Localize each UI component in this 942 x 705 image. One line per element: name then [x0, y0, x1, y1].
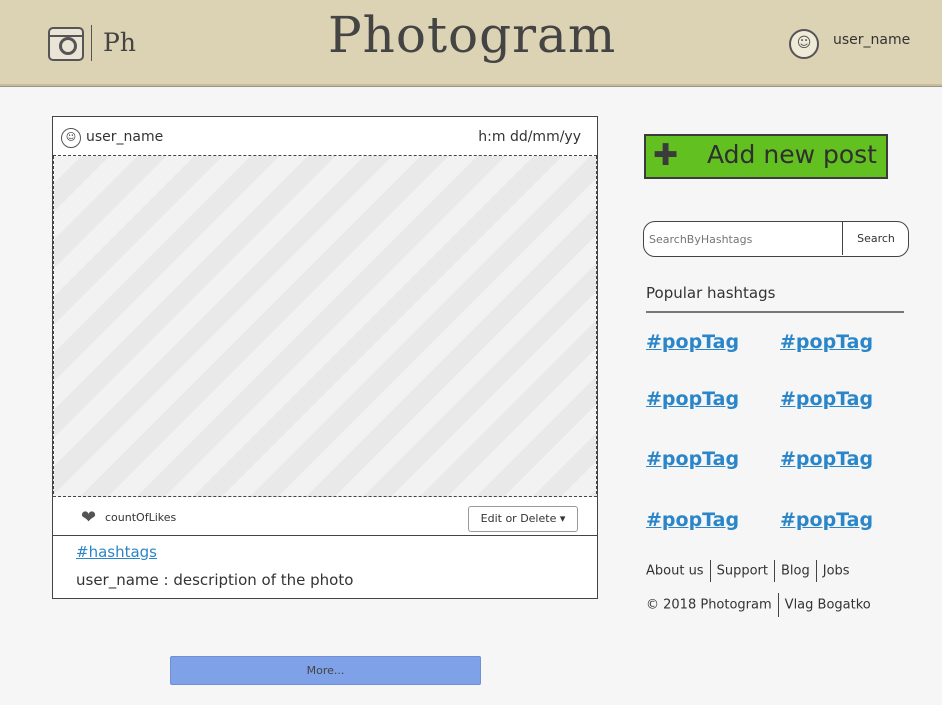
camera-icon[interactable]	[48, 27, 84, 61]
post-author-avatar-icon[interactable]: ☺	[61, 128, 81, 148]
post-description: user_name : description of the photo	[76, 571, 354, 589]
more-button[interactable]: More...	[170, 656, 481, 685]
logo-short[interactable]: Ph	[103, 28, 136, 57]
support-link[interactable]: Support	[717, 564, 768, 579]
post-author-name[interactable]: user_name	[86, 129, 163, 145]
footer-divider	[773, 560, 775, 582]
post-card: ☺ user_name h:m dd/mm/yy ❤ countOfLikes …	[52, 116, 598, 599]
popular-hashtags-title: Popular hashtags	[646, 284, 776, 302]
footer-links: About us Support Blog Jobs	[646, 560, 850, 582]
footer-divider	[815, 560, 817, 582]
post-actions-row: ❤ countOfLikes Edit or Delete ▾	[53, 497, 597, 536]
post-hashtags-link[interactable]: #hashtags	[76, 543, 157, 561]
popular-tag-link[interactable]: #popTag	[646, 331, 739, 353]
search-button[interactable]: Search	[842, 222, 909, 255]
brand-title[interactable]: Photogram	[328, 6, 616, 64]
edit-or-delete-dropdown[interactable]: Edit or Delete ▾	[468, 506, 578, 532]
popular-tag-link[interactable]: #popTag	[780, 331, 873, 353]
heart-icon[interactable]: ❤	[81, 509, 96, 527]
post-header: ☺ user_name h:m dd/mm/yy	[53, 117, 597, 156]
popular-tag-link[interactable]: #popTag	[646, 448, 739, 470]
post-photo[interactable]	[53, 156, 597, 497]
header-divider	[91, 25, 92, 61]
popular-tag-link[interactable]: #popTag	[780, 388, 873, 410]
site-author: Vlag Bogatko	[784, 597, 871, 613]
popular-tag-link[interactable]: #popTag	[780, 448, 873, 470]
popular-tag-link[interactable]: #popTag	[646, 509, 739, 531]
search-input[interactable]	[649, 230, 837, 248]
photo-frame	[53, 156, 597, 494]
copyright-text: © 2018 Photogram	[646, 597, 772, 613]
popular-tag-link[interactable]: #popTag	[646, 388, 739, 410]
about-us-link[interactable]: About us	[646, 564, 704, 579]
popular-hashtags-divider	[646, 311, 904, 313]
hashtag-search: Search	[643, 221, 909, 257]
post-timestamp: h:m dd/mm/yy	[478, 129, 581, 145]
add-new-post-label: Add new post	[707, 140, 877, 169]
jobs-link[interactable]: Jobs	[823, 564, 850, 579]
add-new-post-button[interactable]: ✚ Add new post	[644, 134, 888, 179]
footer-divider	[777, 593, 779, 617]
blog-link[interactable]: Blog	[781, 564, 810, 579]
app-header: Ph Photogram ☺ user_name	[0, 0, 942, 87]
popular-tag-link[interactable]: #popTag	[780, 509, 873, 531]
copyright: © 2018 Photogram Vlag Bogatko	[646, 593, 871, 617]
user-avatar-icon[interactable]: ☺	[789, 29, 819, 59]
likes-count: countOfLikes	[105, 511, 177, 524]
footer-divider	[709, 560, 711, 582]
header-user-name[interactable]: user_name	[833, 32, 910, 48]
plus-icon: ✚	[653, 138, 679, 173]
